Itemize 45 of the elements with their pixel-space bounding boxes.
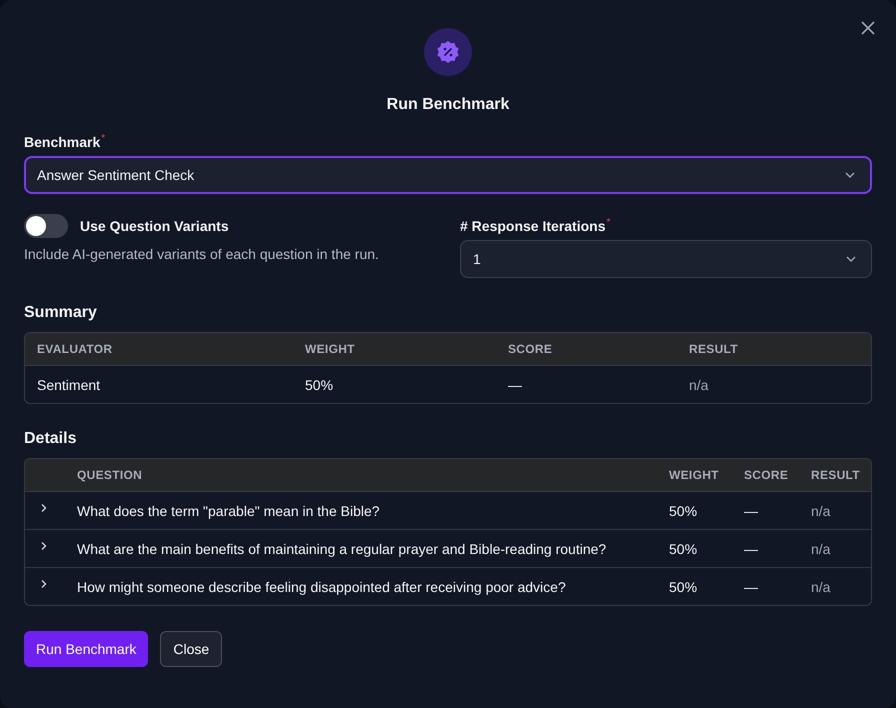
- field-label: Benchmark: [24, 134, 100, 150]
- run-button[interactable]: Run Benchmark: [24, 631, 148, 667]
- select-value: Answer Sentiment Check: [37, 167, 194, 183]
- required-mark: *: [101, 134, 106, 144]
- benchmark-select[interactable]: Answer Sentiment Check: [24, 156, 872, 194]
- chevron-icon[interactable]: [39, 540, 49, 550]
- close-button[interactable]: Close: [160, 631, 222, 667]
- section-title: Details: [24, 430, 78, 448]
- table-cell-text: —: [507, 376, 523, 392]
- table-cell-text: 50%: [668, 540, 698, 556]
- toggle-switch[interactable]: [24, 214, 68, 238]
- table-cell-text: 50%: [668, 578, 698, 594]
- column-header: EVALUATOR: [36, 342, 114, 356]
- chevron-icon[interactable]: [39, 578, 49, 588]
- column-header: QUESTION: [76, 468, 144, 482]
- column-header: RESULT: [688, 342, 739, 356]
- table-cell-text: How might someone describe feeling disappointed after receiving poor advice?: [76, 578, 567, 594]
- select-value: 1: [473, 251, 481, 267]
- toggle-description: Include AI-generated variants of each question in the run.: [24, 246, 380, 262]
- table-cell-text: n/a: [810, 578, 832, 594]
- toggle-label: Use Question Variants: [80, 218, 229, 234]
- table-cell-text: Sentiment: [36, 376, 102, 392]
- column-header: RESULT: [810, 468, 861, 482]
- table-cell-text: —: [743, 540, 759, 556]
- table-cell-text: n/a: [688, 376, 710, 392]
- table-cell-text: —: [743, 578, 759, 594]
- field-label: # Response Iterations: [460, 218, 606, 234]
- table-cell-text: What does the term "parable" mean in the Bible?: [76, 502, 381, 518]
- table-cell-text: n/a: [810, 502, 832, 518]
- table-cell-text: What are the main benefits of maintaining a regular prayer and Bible-reading routine?: [76, 540, 608, 556]
- section-title: Summary: [24, 304, 98, 322]
- required-mark: *: [606, 218, 610, 228]
- column-header: WEIGHT: [668, 468, 720, 482]
- column-header: SCORE: [507, 342, 554, 356]
- column-header: SCORE: [743, 468, 790, 482]
- iterations-select[interactable]: 1: [460, 240, 872, 278]
- table-cell-text: —: [743, 502, 759, 518]
- column-header: WEIGHT: [304, 342, 356, 356]
- badge-percent-icon: [424, 28, 472, 76]
- close-icon[interactable]: [860, 20, 876, 36]
- table-cell-text: 50%: [304, 376, 334, 392]
- chevron-icon[interactable]: [39, 502, 49, 512]
- dialog-title: Run Benchmark: [386, 96, 510, 114]
- table-cell-text: n/a: [810, 540, 832, 556]
- table-cell-text: 50%: [668, 502, 698, 518]
